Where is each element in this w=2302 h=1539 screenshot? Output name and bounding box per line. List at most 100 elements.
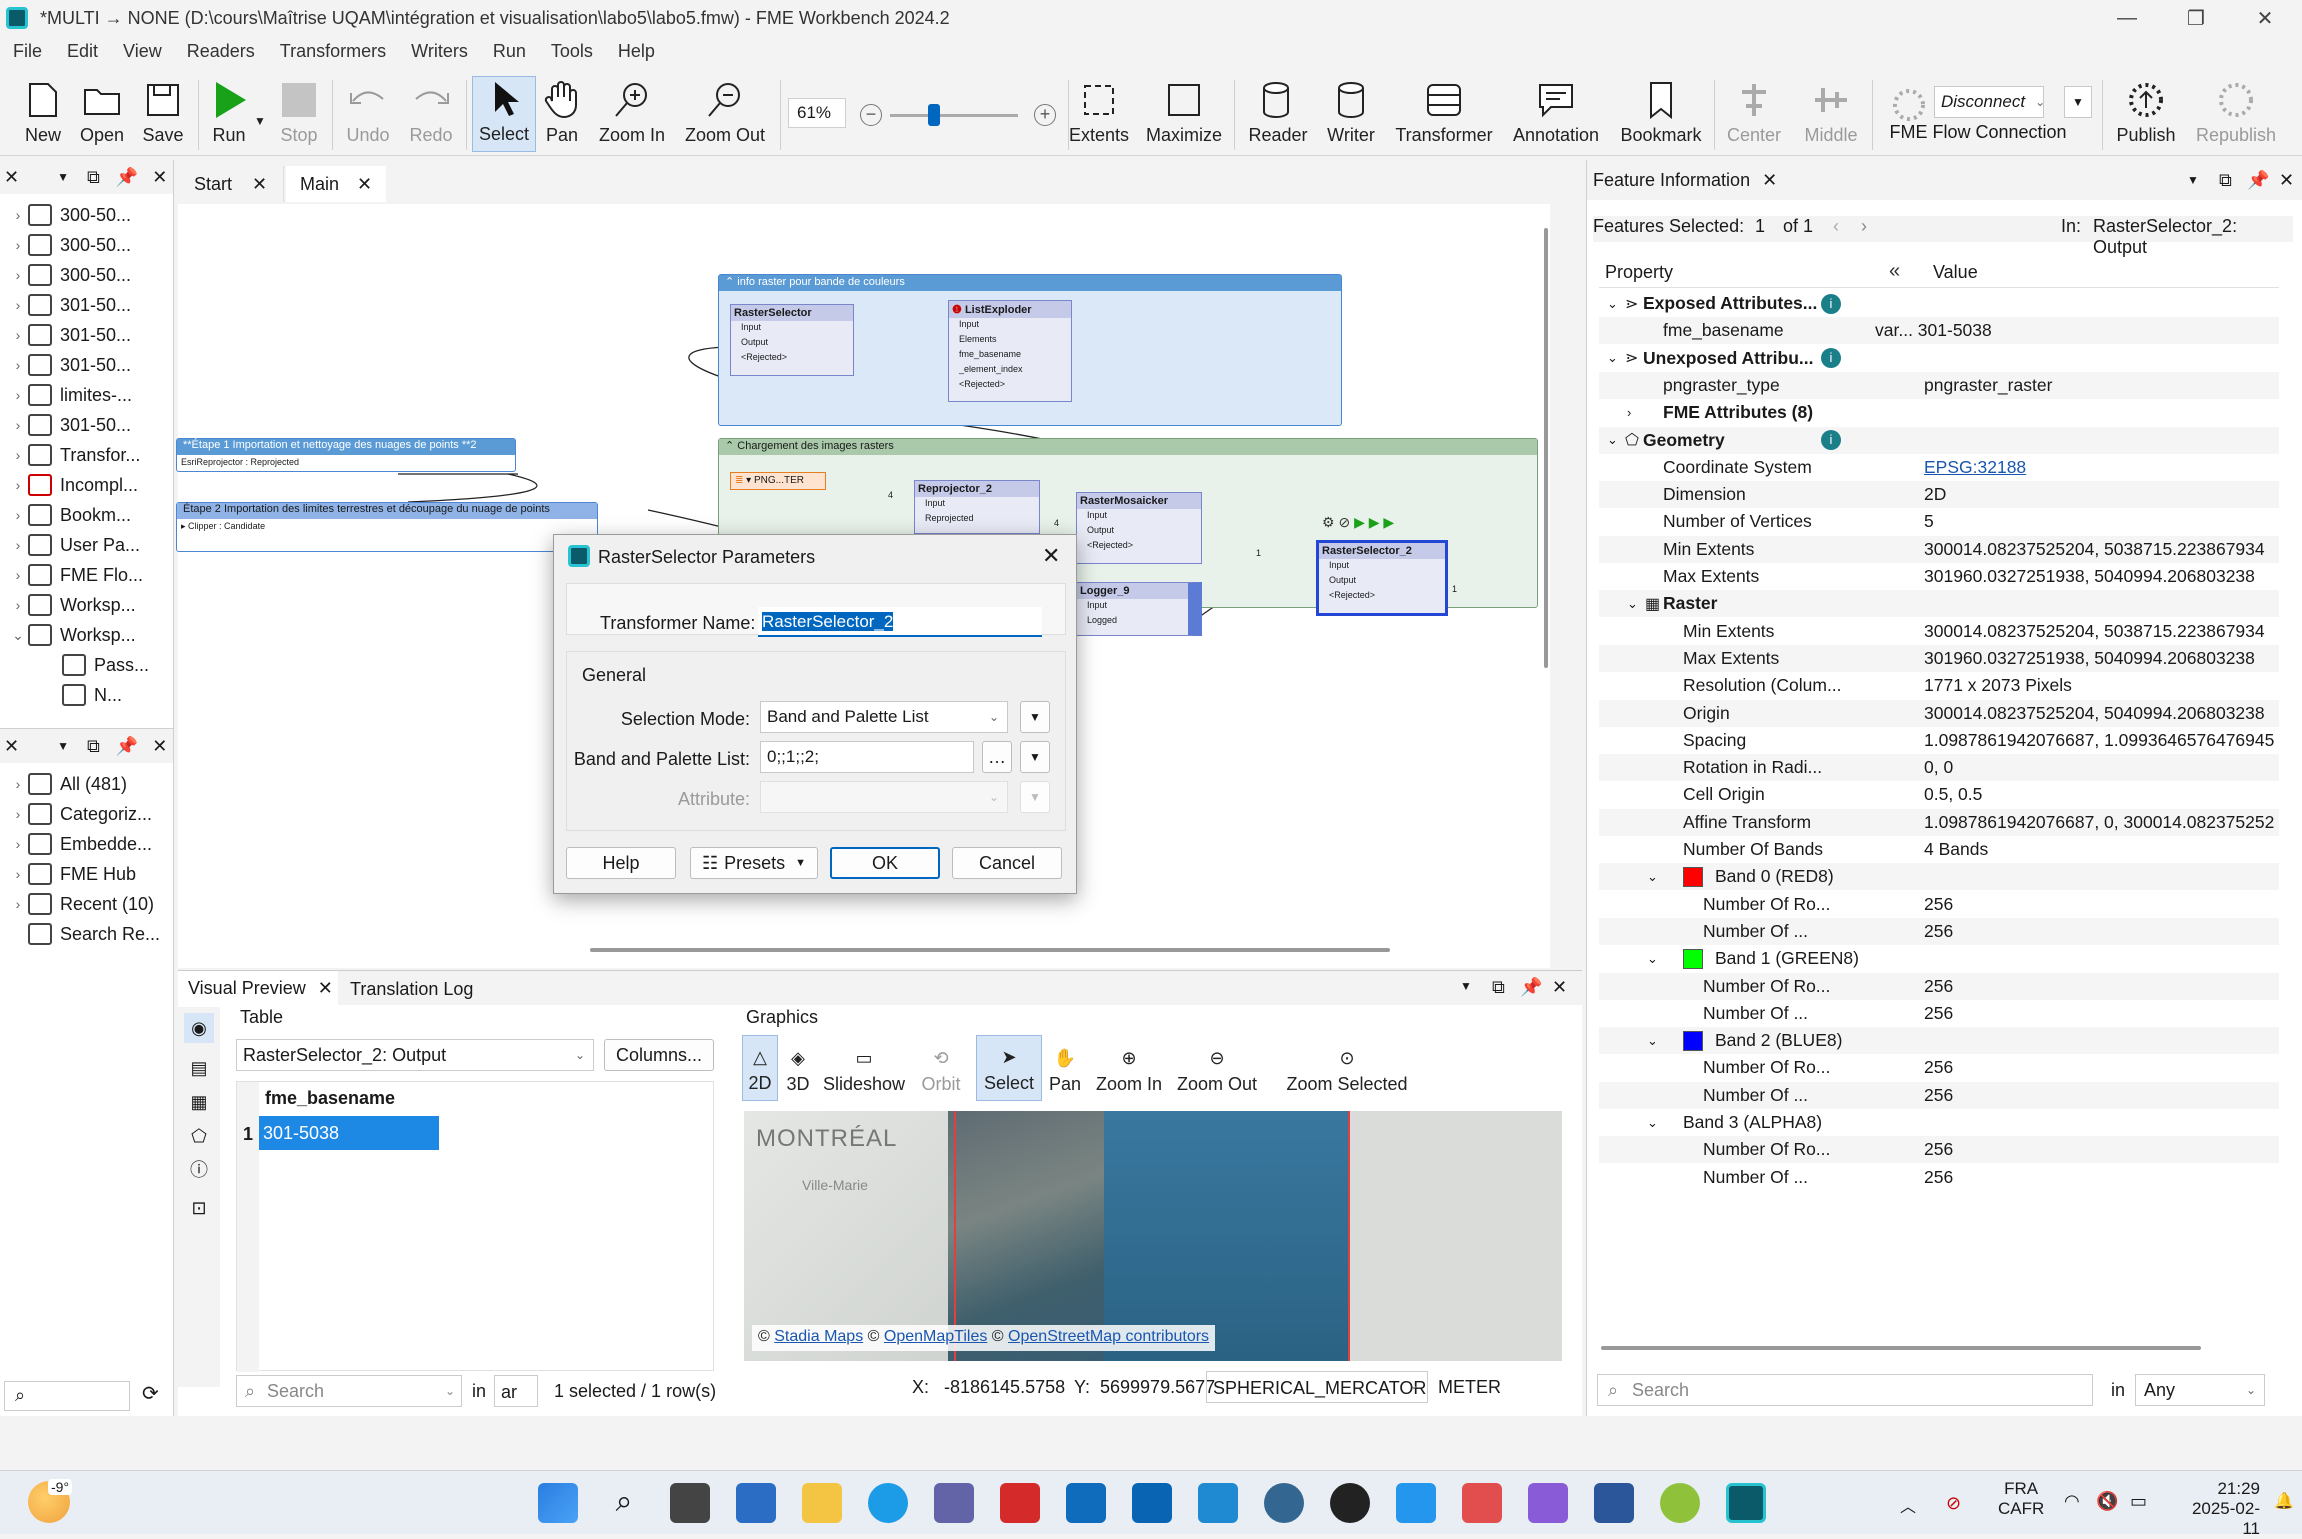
property-row[interactable]: Number Of Ro... 256 [1599, 1054, 2279, 1081]
open-button[interactable]: Open [76, 76, 128, 152]
zoom-increase-icon[interactable]: + [1034, 104, 1056, 126]
select-tool-button[interactable]: Select [472, 76, 536, 152]
chevron-right-icon[interactable]: › [8, 507, 28, 523]
property-row[interactable]: Number Of ... 256 [1599, 1081, 2279, 1109]
fme-workbench-icon[interactable] [1726, 1483, 1766, 1523]
chevron-right-icon[interactable]: › [8, 267, 28, 283]
info-icon[interactable]: i [1821, 430, 1841, 450]
canvas-vertical-scrollbar[interactable] [1544, 228, 1548, 668]
extents-button[interactable]: Extents [1069, 76, 1129, 152]
chevron-right-icon[interactable]: › [8, 896, 28, 912]
chevron-right-icon[interactable]: › [8, 836, 28, 852]
selection-mode-menu[interactable]: ▼ [1020, 701, 1050, 733]
camera-icon[interactable]: ⊡ [184, 1193, 214, 1223]
clock[interactable]: 21:29 2025-02-11 [2180, 1479, 2260, 1539]
network-alert-icon[interactable]: ⊘ [1946, 1493, 1961, 1514]
acrobat-icon[interactable] [1000, 1483, 1040, 1523]
caret-down-icon[interactable]: ▼ [57, 170, 69, 184]
teams-icon[interactable] [934, 1483, 974, 1523]
navigator-item[interactable]: › 300-50... [8, 230, 173, 260]
property-row[interactable]: ⌄ ⬠ Geometry i [1599, 426, 2279, 454]
file-explorer-icon[interactable] [802, 1483, 842, 1523]
node-port[interactable]: Input [915, 497, 1039, 512]
zoom-decrease-icon[interactable]: − [860, 104, 882, 126]
outlook-new-icon[interactable] [1132, 1483, 1172, 1523]
chevron-right-icon[interactable]: › [8, 237, 28, 253]
table-icon[interactable]: ▦ [184, 1087, 214, 1117]
search-icon[interactable]: ⌕ [604, 1483, 644, 1523]
node-logger[interactable]: Logger_9 Input Logged [1076, 582, 1202, 636]
feature-info-search-input[interactable]: ⌕ Search [1597, 1374, 2093, 1406]
restore-icon[interactable]: ❐ [2163, 0, 2229, 36]
close-icon[interactable]: ✕ [152, 167, 167, 188]
openmaptiles-link[interactable]: OpenMapTiles [884, 1328, 987, 1345]
presets-button[interactable]: ☷ Presets ▼ [690, 847, 818, 879]
vscode-icon[interactable] [1198, 1483, 1238, 1523]
undo-button[interactable]: Undo [340, 76, 396, 152]
navigator-item[interactable]: › limites-... [8, 380, 173, 410]
chevron-down-icon[interactable]: ⌄ [1607, 432, 1618, 448]
graphics-select-button[interactable]: ➤ Select [976, 1035, 1042, 1101]
menu-writers[interactable]: Writers [411, 41, 468, 62]
chevron-right-icon[interactable]: › [8, 597, 28, 613]
chevron-right-icon[interactable]: › [8, 327, 28, 343]
word-icon[interactable] [1594, 1483, 1634, 1523]
chevron-right-icon[interactable]: › [1627, 405, 1631, 420]
node-port[interactable]: Output [1319, 574, 1445, 589]
stop-button[interactable]: Stop [276, 76, 322, 152]
battery-icon[interactable]: ▭ [2130, 1491, 2147, 1512]
property-row[interactable]: ⌄ Band 2 (BLUE8) [1599, 1027, 2279, 1055]
node-port[interactable]: <Rejected> [1319, 589, 1445, 604]
navigator-item[interactable]: › FME Flo... [8, 560, 173, 590]
navigator-item[interactable]: › Transfor... [8, 440, 173, 470]
tab-translation-log[interactable]: Translation Log [350, 979, 473, 1000]
zoom-level-field[interactable]: 61% [788, 98, 846, 128]
navigator-item[interactable]: › 301-50... [8, 350, 173, 380]
property-row[interactable]: ⌄ ▦ Raster [1599, 590, 2279, 618]
feature-info-scrollbar[interactable] [1601, 1346, 2201, 1350]
navigator-item[interactable]: N... [8, 680, 173, 710]
property-row[interactable]: Max Extents 301960.0327251938, 5040994.20… [1599, 563, 2279, 590]
chevron-right-icon[interactable]: › [8, 447, 28, 463]
view-2d-button[interactable]: △ 2D [742, 1035, 778, 1101]
app-icon[interactable] [1462, 1483, 1502, 1523]
property-row[interactable]: Number Of Ro... 256 [1599, 972, 2279, 1000]
node-rasterselector[interactable]: RasterSelector Input Output <Rejected> [730, 304, 854, 376]
close-icon[interactable]: ✕ [318, 978, 333, 999]
language-indicator[interactable]: FRA CAFR [1998, 1479, 2044, 1519]
menu-transformers[interactable]: Transformers [280, 41, 386, 62]
geometry-icon[interactable]: ⬠ [184, 1121, 214, 1151]
close-icon[interactable]: ✕ [2232, 0, 2298, 36]
gallery-item[interactable]: › Embedde... [8, 829, 173, 859]
node-port[interactable]: Input [1319, 559, 1445, 574]
republish-button[interactable]: Republish [2190, 76, 2282, 152]
chevron-left-icon[interactable]: ‹ [1833, 216, 1839, 237]
info-icon[interactable]: i [1821, 293, 1841, 314]
bookmark-etape1[interactable]: **Étape 1 Importation et nettoyage des n… [176, 438, 516, 472]
pin-icon[interactable]: 📌 [2247, 170, 2269, 191]
menu-tools[interactable]: Tools [551, 41, 593, 62]
navigator-item[interactable]: › Bookm... [8, 500, 173, 530]
navigator-item[interactable]: › 301-50... [8, 290, 173, 320]
chevron-right-icon[interactable]: › [8, 567, 28, 583]
property-row[interactable]: Number Of Bands 4 Bands [1599, 836, 2279, 863]
chevron-down-icon[interactable]: ⌄ [1607, 350, 1618, 366]
menu-view[interactable]: View [123, 41, 162, 62]
fme-flow-connection-label[interactable]: FME Flow Connection [1888, 122, 2068, 143]
crs-select[interactable]: SPHERICAL_MERCATOR ⌄ [1206, 1371, 1428, 1403]
cancel-button[interactable]: Cancel [952, 847, 1062, 879]
maximize-button[interactable]: Maximize [1144, 76, 1224, 152]
reader-button[interactable]: Reader [1246, 76, 1310, 152]
property-row[interactable]: Cell Origin 0.5, 0.5 [1599, 781, 2279, 808]
property-row[interactable]: Coordinate System EPSG:32188 [1599, 454, 2279, 481]
property-row[interactable]: Affine Transform 1.0987861942076687, 0, 3… [1599, 808, 2279, 836]
gallery-search-input[interactable]: ⌕ [4, 1381, 130, 1411]
chevron-right-icon[interactable]: › [8, 806, 28, 822]
caret-down-icon[interactable]: ▼ [2187, 173, 2199, 187]
band-list-menu[interactable]: ▼ [1020, 741, 1050, 773]
band-list-input[interactable]: 0;;1;;2; [760, 741, 974, 773]
band-list-editor-button[interactable]: … [982, 741, 1012, 773]
close-icon[interactable]: ✕ [1552, 977, 1567, 998]
table-feature-type-select[interactable]: RasterSelector_2: Output ⌄ [236, 1039, 594, 1071]
chevron-down-icon[interactable]: ⌄ [1647, 951, 1658, 967]
